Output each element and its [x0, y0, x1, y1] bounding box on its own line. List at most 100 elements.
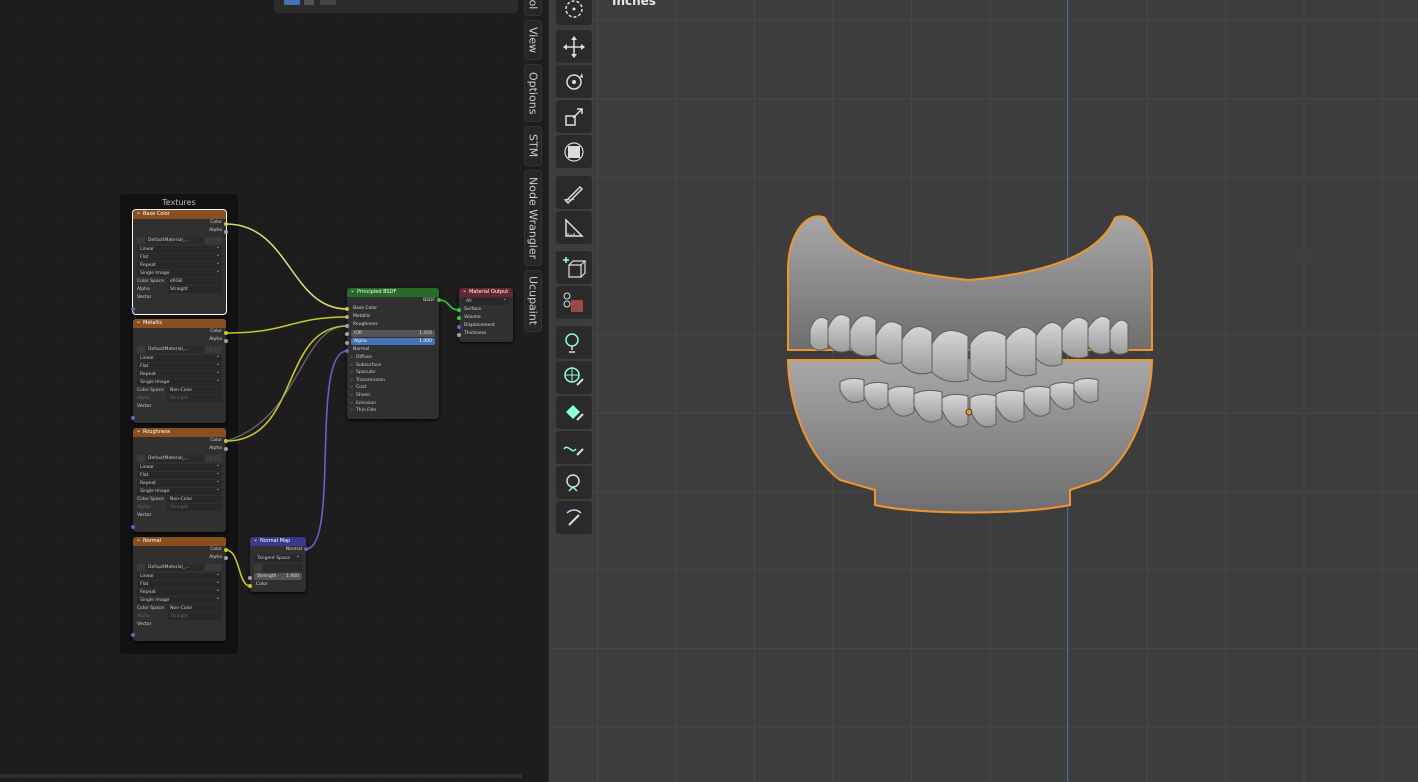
- extension-dropdown[interactable]: Repeat: [137, 478, 222, 487]
- interpolation-dropdown[interactable]: Linear: [137, 244, 222, 253]
- tab-tool[interactable]: Tool: [524, 0, 542, 16]
- source-dropdown[interactable]: Single Image: [137, 377, 222, 386]
- image-icon[interactable]: [137, 346, 145, 353]
- image-icon[interactable]: [137, 564, 145, 571]
- node-editor-area[interactable]: Textures Base Color Color Alpha DefaultM…: [0, 0, 522, 782]
- extension-dropdown[interactable]: Repeat: [137, 587, 222, 596]
- tab-options[interactable]: Options: [524, 64, 542, 122]
- socket-bsdf[interactable]: [437, 298, 441, 302]
- principled-bsdf-node[interactable]: Principled BSDF BSDF Base Color Metallic…: [347, 288, 439, 419]
- close-icon[interactable]: [214, 564, 222, 571]
- socket-normal[interactable]: [345, 349, 349, 353]
- socket-vector[interactable]: [131, 416, 135, 420]
- socket-displacement[interactable]: [457, 325, 461, 329]
- socket-color[interactable]: [224, 331, 228, 335]
- tool-rotate[interactable]: [556, 65, 592, 98]
- tool-paint-mask[interactable]: [556, 501, 592, 534]
- horizontal-scrollbar[interactable]: [0, 774, 522, 778]
- source-dropdown[interactable]: Single Image: [137, 595, 222, 604]
- target-dropdown[interactable]: All: [463, 296, 509, 305]
- folder-icon[interactable]: [205, 564, 213, 571]
- interpolation-dropdown[interactable]: Linear: [137, 462, 222, 471]
- tool-paint-clone[interactable]: [556, 466, 592, 499]
- image-name[interactable]: DefaultMaterial_...: [146, 237, 204, 244]
- socket-surface[interactable]: [457, 308, 461, 312]
- close-icon[interactable]: [214, 455, 222, 462]
- socket-vector[interactable]: [131, 307, 135, 311]
- socket-color-in[interactable]: [248, 584, 252, 588]
- tool-paint-fill[interactable]: [556, 396, 592, 429]
- tab-node-wrangler[interactable]: Node Wrangler: [524, 170, 542, 266]
- panel-transmission[interactable]: Transmission: [347, 377, 439, 385]
- projection-dropdown[interactable]: Flat: [137, 252, 222, 261]
- socket-alpha[interactable]: [224, 556, 228, 560]
- color-space-dropdown[interactable]: sRGB: [167, 278, 222, 285]
- image-texture-node[interactable]: Metallic Color Alpha DefaultMaterial_...…: [133, 319, 226, 423]
- image-texture-node[interactable]: Normal Color Alpha DefaultMaterial_... L…: [133, 537, 226, 641]
- tool-extrude[interactable]: [556, 286, 592, 319]
- image-name[interactable]: DefaultMaterial_...: [146, 564, 204, 571]
- panel-diffuse[interactable]: Diffuse: [347, 354, 439, 362]
- socket-alpha-in[interactable]: [345, 341, 349, 345]
- alpha-dropdown[interactable]: Straight: [167, 613, 222, 620]
- alpha-dropdown[interactable]: Straight: [167, 504, 222, 511]
- panel-thin-film[interactable]: Thin Film: [347, 407, 439, 415]
- color-space-dropdown[interactable]: Non-Color: [167, 387, 222, 394]
- socket-alpha[interactable]: [224, 230, 228, 234]
- source-dropdown[interactable]: Single Image: [137, 486, 222, 495]
- panel-sheen[interactable]: Sheen: [347, 392, 439, 400]
- image-name[interactable]: DefaultMaterial_...: [146, 455, 204, 462]
- socket-vector[interactable]: [131, 525, 135, 529]
- tool-add-cube[interactable]: [556, 251, 592, 284]
- projection-dropdown[interactable]: Flat: [137, 579, 222, 588]
- folder-icon[interactable]: [205, 237, 213, 244]
- tool-transform[interactable]: [556, 135, 592, 168]
- socket-vector[interactable]: [131, 633, 135, 637]
- extension-dropdown[interactable]: Repeat: [137, 260, 222, 269]
- socket-strength[interactable]: [248, 576, 252, 580]
- image-texture-node[interactable]: Roughness Color Alpha DefaultMaterial_..…: [133, 428, 226, 532]
- source-dropdown[interactable]: Single Image: [137, 268, 222, 277]
- socket-thickness[interactable]: [457, 333, 461, 337]
- alpha-dropdown[interactable]: Straight: [167, 286, 222, 293]
- socket-volume[interactable]: [457, 316, 461, 320]
- folder-icon[interactable]: [205, 455, 213, 462]
- socket-ior[interactable]: [345, 332, 349, 336]
- tab-view[interactable]: View: [524, 20, 542, 60]
- panel-specular[interactable]: Specular: [347, 369, 439, 377]
- projection-dropdown[interactable]: Flat: [137, 361, 222, 370]
- socket-alpha[interactable]: [224, 339, 228, 343]
- interpolation-dropdown[interactable]: Linear: [137, 571, 222, 580]
- socket-metallic[interactable]: [345, 315, 349, 319]
- image-name[interactable]: DefaultMaterial_...: [146, 346, 204, 353]
- tool-annotate[interactable]: [556, 176, 592, 209]
- image-icon[interactable]: [137, 237, 145, 244]
- header-chip[interactable]: [304, 0, 314, 5]
- socket-base-color[interactable]: [345, 307, 349, 311]
- tool-scale[interactable]: [556, 100, 592, 133]
- ior-field[interactable]: IOR 1.450: [351, 330, 435, 337]
- socket-normal-out[interactable]: [304, 547, 308, 551]
- image-texture-node[interactable]: Base Color Color Alpha DefaultMaterial_.…: [132, 209, 227, 315]
- socket-roughness[interactable]: [345, 324, 349, 328]
- tab-ucupaint[interactable]: Ucupaint: [524, 270, 542, 332]
- tool-cursor[interactable]: [556, 0, 592, 25]
- strength-field[interactable]: Strength 1.000: [254, 573, 302, 580]
- header-chip[interactable]: [320, 0, 336, 5]
- uv-map-field[interactable]: [263, 564, 302, 571]
- alpha-field[interactable]: Alpha 1.000: [351, 338, 435, 345]
- normal-map-node[interactable]: Normal Map Normal Tangent Space Strength…: [250, 537, 306, 592]
- tool-move[interactable]: [556, 30, 592, 63]
- socket-color[interactable]: [224, 222, 228, 226]
- extension-dropdown[interactable]: Repeat: [137, 369, 222, 378]
- color-space-dropdown[interactable]: Non-Color: [167, 496, 222, 503]
- tab-stm[interactable]: STM: [524, 126, 542, 166]
- alpha-dropdown[interactable]: Straight: [167, 395, 222, 402]
- interpolation-dropdown[interactable]: Linear: [137, 353, 222, 362]
- image-icon[interactable]: [137, 455, 145, 462]
- panel-emission[interactable]: Emission: [347, 400, 439, 408]
- color-space-dropdown[interactable]: Non-Color: [167, 605, 222, 612]
- header-active-chip[interactable]: [284, 0, 300, 5]
- socket-color[interactable]: [224, 548, 228, 552]
- tool-paint-brush[interactable]: [556, 326, 592, 359]
